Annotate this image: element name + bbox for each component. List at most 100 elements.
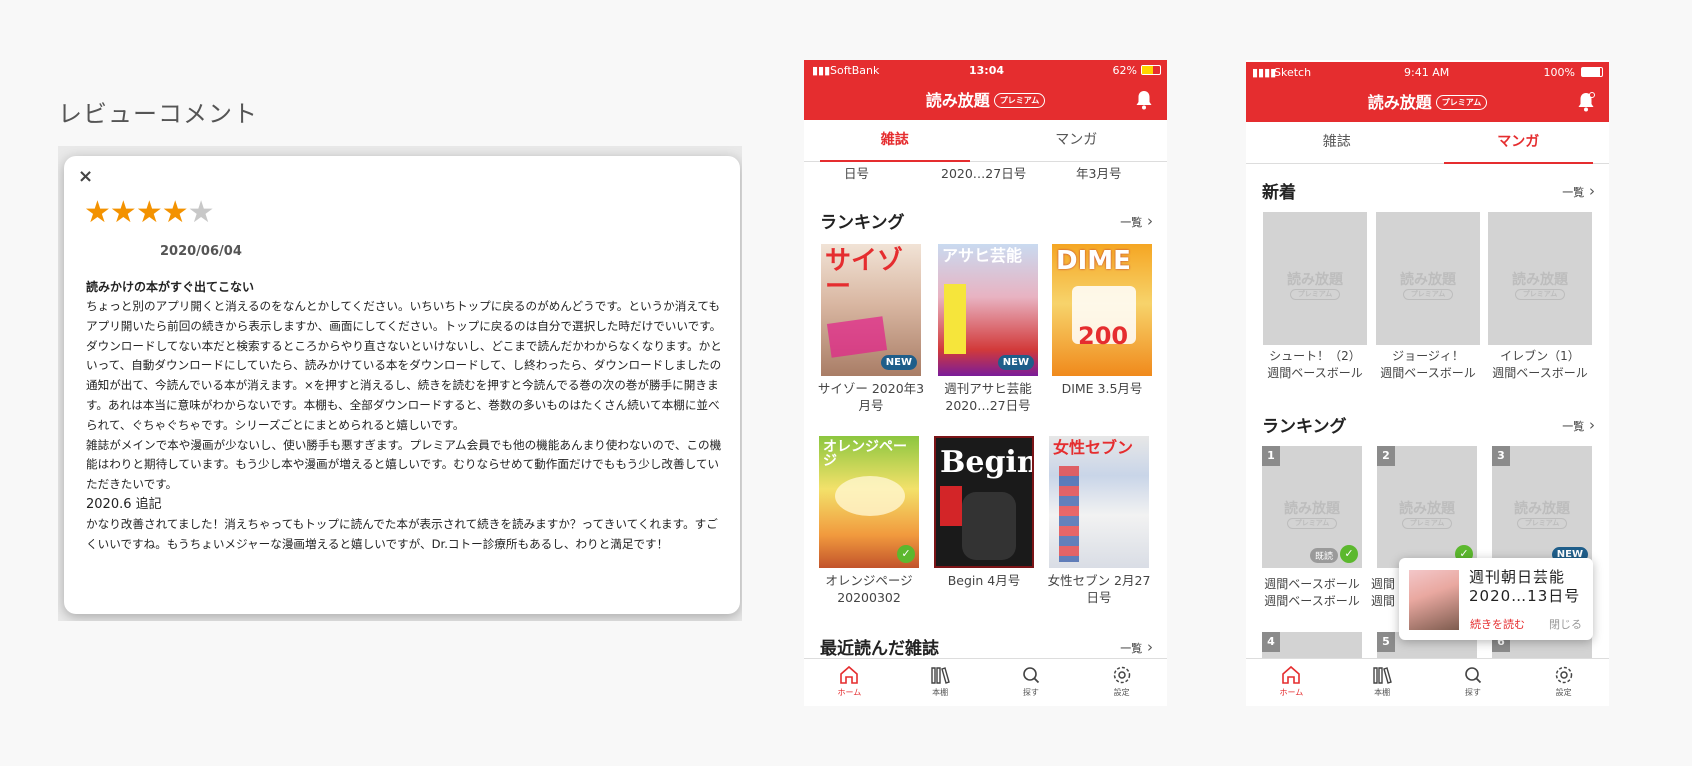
nav-bookshelf[interactable]: 本棚 xyxy=(1337,665,1428,698)
nav-settings[interactable]: 設定 xyxy=(1076,665,1167,698)
tab-magazine[interactable]: 雑誌 xyxy=(1246,122,1428,164)
review-dialog-frame: × ★★★★★ 2020/06/04 読みかけの本がすぐ出てこない ちょっと別の… xyxy=(58,146,742,621)
rank-number: 2 xyxy=(1377,446,1395,466)
ranking-item-label: 週間 週間 xyxy=(1371,576,1401,610)
cover-graphic xyxy=(1059,466,1079,562)
manga-publisher: 週間ベースボール xyxy=(1492,366,1588,380)
new-badge: NEW xyxy=(997,355,1034,370)
new-section-title: 新着 xyxy=(1262,183,1296,203)
status-time: 13:04 xyxy=(969,64,1005,77)
rank-number: 1 xyxy=(1262,446,1280,466)
nav-home[interactable]: ホーム xyxy=(804,665,895,698)
manga-item-label: シュート！（2） 週間ベースボール xyxy=(1258,348,1372,382)
rank-number: 5 xyxy=(1377,632,1395,652)
manga-cover-placeholder[interactable]: 読み放題 プレミアム xyxy=(1263,212,1367,345)
ranking-cover-placeholder[interactable]: 3 読み放題 プレミアム NEW xyxy=(1492,446,1592,568)
review-card: × ★★★★★ 2020/06/04 読みかけの本がすぐ出てこない ちょっと別の… xyxy=(64,156,740,614)
popup-thumbnail xyxy=(1409,570,1459,630)
placeholder-logo: 読み放題 プレミアム xyxy=(1512,272,1568,301)
continue-reading-popup: 週刊朝日芸能 2020…13日号 続きを読む 閉じる xyxy=(1399,558,1593,640)
cover-title: DIME xyxy=(1056,246,1131,276)
review-paragraph: ちょっと別のアプリ開くと消えるのをなんとかしてください。いちいちトップに戻るのが… xyxy=(86,299,722,432)
rating-stars: ★★★★★ xyxy=(84,195,215,230)
magazine-label: Begin 4月号 xyxy=(947,573,1021,588)
check-icon: ✓ xyxy=(1340,545,1358,563)
nav-home-label: ホーム xyxy=(1279,688,1304,697)
nav-settings[interactable]: 設定 xyxy=(1518,665,1609,698)
magazine-label: 週刊アサヒ芸能 2020…27日号 xyxy=(944,381,1032,413)
magazine-cover: アサヒ芸能 NEW xyxy=(938,244,1038,376)
nav-search-label: 探す xyxy=(1464,688,1481,697)
review-body: ちょっと別のアプリ開くと消えるのをなんとかしてください。いちいちトップに戻るのが… xyxy=(86,297,728,554)
ranking-section-title: ランキング xyxy=(820,213,905,233)
magazine-label: サイゾー 2020年3月号 xyxy=(817,381,925,413)
cover-title: Begin xyxy=(940,445,1034,480)
carrier-name: SoftBank xyxy=(830,64,880,77)
recent-section-title: 最近読んだ雑誌 xyxy=(820,639,939,659)
premium-badge: プレミアム xyxy=(993,93,1046,108)
nav-home[interactable]: ホーム xyxy=(1246,665,1337,698)
ranking-cover-placeholder[interactable]: 2 読み放題 プレミアム ✓ xyxy=(1377,446,1477,568)
app-title-text: 読み放題 xyxy=(1367,93,1432,112)
clipped-label: 日号 xyxy=(844,166,870,181)
status-time: 9:41 AM xyxy=(1404,66,1450,79)
cover-graphic xyxy=(826,316,888,358)
nav-search[interactable]: 探す xyxy=(986,665,1077,698)
review-addendum-title: 2020.6 追記 xyxy=(86,496,162,512)
review-paragraph: かなり改善されてました！消えちゃってもトップに読んでた本が表示されて続きを読みま… xyxy=(86,516,718,551)
ranking-title: 週間ベースボール xyxy=(1264,577,1360,591)
bottom-nav: ホーム 本棚 探す 設定 xyxy=(1246,658,1609,706)
magazine-label: 女性セブン 2月27日号 xyxy=(1047,573,1151,605)
magazine-cover: Begin xyxy=(934,436,1034,568)
app-bar: 読み放題 プレミアム xyxy=(804,80,1167,120)
star-empty-icon: ★ xyxy=(187,195,215,230)
close-icon[interactable]: × xyxy=(78,166,93,187)
app-title: 読み放題 プレミアム xyxy=(1246,89,1609,113)
review-title: 読みかけの本がすぐ出てこない xyxy=(86,280,255,294)
battery-icon xyxy=(1581,67,1603,77)
clipped-label: 2020…27日号 xyxy=(941,166,1027,181)
carrier-name: Sketch xyxy=(1274,66,1312,79)
tab-bar: 雑誌 マンガ xyxy=(804,120,1167,162)
star-filled-icon: ★ xyxy=(161,195,189,230)
ranking-cover-placeholder[interactable]: 1 読み放題 プレミアム 既読 ✓ xyxy=(1262,446,1362,568)
bookshelf-icon xyxy=(1373,667,1392,684)
cover-graphic xyxy=(944,284,966,354)
recent-more-link[interactable]: 一覧 xyxy=(1120,638,1153,656)
bell-icon[interactable] xyxy=(1135,90,1153,110)
rank-number: 4 xyxy=(1262,632,1280,652)
cover-graphic xyxy=(940,486,962,526)
cover-title: アサヒ芸能 xyxy=(942,246,1023,265)
manga-cover-placeholder[interactable]: 読み放題 プレミアム xyxy=(1488,212,1592,345)
phone-screen-magazine: ▮▮▮ SoftBank 13:04 62% 読み放題 プレミアム 雑誌 マンガ … xyxy=(804,60,1167,706)
continue-reading-button[interactable]: 続きを読む xyxy=(1470,616,1525,632)
cover-graphic xyxy=(962,492,1016,560)
ranking-more-link[interactable]: 一覧 xyxy=(1562,416,1595,434)
read-badge: 既読 xyxy=(1309,548,1338,563)
placeholder-logo: 読み放題 プレミアム xyxy=(1287,272,1343,301)
nav-settings-label: 設定 xyxy=(1555,688,1572,697)
popup-close-button[interactable]: 閉じる xyxy=(1549,616,1582,632)
phone-screen-manga: ▮▮▮▮ Sketch 9:41 AM 100% 読み放題 プレミアム 雑誌 マン… xyxy=(1246,60,1609,706)
manga-title: ジョージィ！ xyxy=(1392,349,1464,363)
nav-search[interactable]: 探す xyxy=(1428,665,1519,698)
bell-icon[interactable] xyxy=(1577,92,1595,112)
tab-manga[interactable]: マンガ xyxy=(1428,122,1610,164)
signal-icon: ▮▮▮▮ xyxy=(1252,66,1277,79)
placeholder-logo: 読み放題 プレミアム xyxy=(1400,272,1456,301)
ranking-item-label: 週間ベースボール 週間ベースボール xyxy=(1256,576,1368,610)
new-badge: NEW xyxy=(880,355,917,370)
battery-percent: 100% xyxy=(1543,66,1575,79)
nav-bookshelf[interactable]: 本棚 xyxy=(895,665,986,698)
rank-number: 3 xyxy=(1492,446,1510,466)
new-more-link[interactable]: 一覧 xyxy=(1562,182,1595,200)
ranking-more-link[interactable]: 一覧 xyxy=(1120,212,1153,230)
app-title-text: 読み放題 xyxy=(925,91,990,110)
manga-cover-placeholder[interactable]: 読み放題 プレミアム xyxy=(1376,212,1480,345)
tab-manga[interactable]: マンガ xyxy=(986,120,1168,162)
tab-magazine[interactable]: 雑誌 xyxy=(804,120,986,162)
magazine-label: オレンジページ 20200302 xyxy=(825,573,913,605)
nav-home-label: ホーム xyxy=(837,688,862,697)
search-icon xyxy=(1465,667,1482,684)
battery-icon xyxy=(1141,65,1161,75)
